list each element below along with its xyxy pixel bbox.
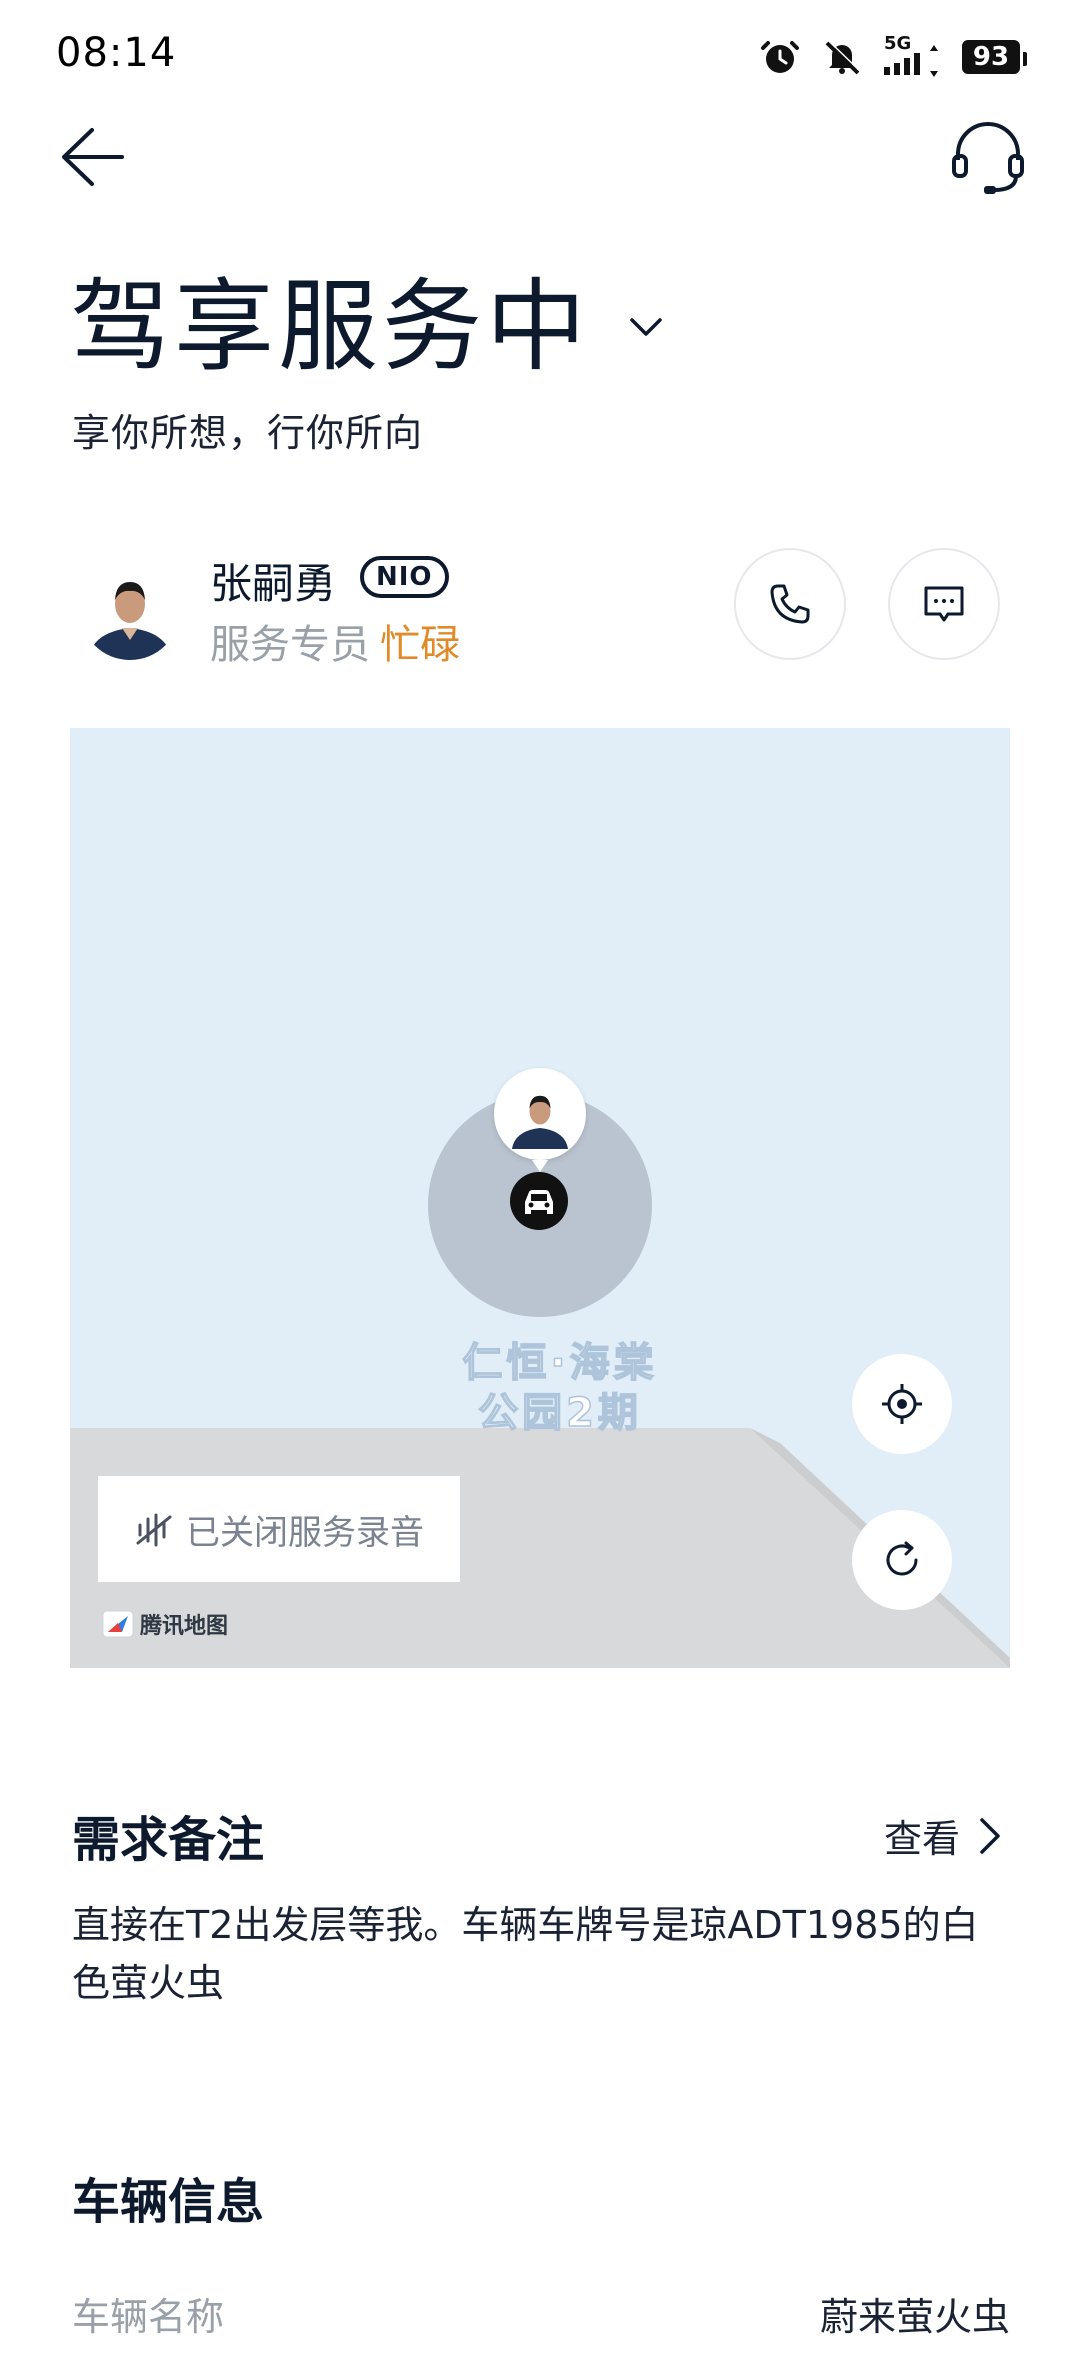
map-car-marker [510, 1172, 568, 1230]
driver-role: 服务专员 [210, 622, 370, 668]
status-time: 08:14 [56, 30, 177, 76]
vehicle-name-value: 蔚来萤火虫 [819, 2295, 1010, 2339]
headset-icon [952, 122, 1024, 194]
status-icons: 5G 93 [760, 34, 1027, 80]
locate-icon [882, 1384, 922, 1424]
recording-status: 已关闭服务录音 [98, 1476, 460, 1582]
data-arrows-icon [930, 45, 938, 77]
driver-card: 张嗣勇 NIO 服务专员 忙碌 [70, 540, 1010, 680]
battery-indicator: 93 [962, 40, 1027, 74]
vehicle-name-label: 车辆名称 [72, 2295, 225, 2339]
support-button[interactable] [948, 118, 1028, 198]
view-notes-link[interactable]: 查看 [884, 1808, 1002, 1863]
view-notes-label: 查看 [883, 1817, 960, 1861]
chevron-right-icon [980, 1817, 1000, 1854]
page-subtitle: 享你所想，行你所向 [72, 411, 424, 455]
refresh-icon [886, 1541, 918, 1576]
page-title: 驾享服务中 [70, 268, 590, 385]
refresh-button[interactable] [852, 1510, 952, 1610]
network-type: 5G [884, 33, 912, 54]
driver-avatar[interactable] [80, 560, 180, 660]
status-bar: 08:14 5G 93 [0, 0, 1080, 120]
driver-name: 张嗣勇 [210, 559, 337, 608]
poi-line-2: 公园2期 [477, 1389, 642, 1437]
map-attribution-text: 腾讯地图 [140, 1614, 229, 1639]
map-attribution: 腾讯地图 [102, 1608, 228, 1640]
locate-button[interactable] [852, 1354, 952, 1454]
back-button[interactable] [58, 122, 128, 192]
waveform-mute-icon [136, 1513, 172, 1547]
message-button[interactable] [888, 548, 1000, 660]
tencent-map-logo [102, 1610, 134, 1638]
phone-icon [770, 584, 810, 624]
map-driver-avatar[interactable] [494, 1068, 586, 1172]
nio-badge: NIO [360, 556, 449, 598]
car-icon [525, 1190, 553, 1214]
vehicle-section-title: 车辆信息 [72, 2174, 265, 2230]
poi-line-1: 仁恒·海棠 [462, 1339, 658, 1387]
recording-status-text: 已关闭服务录音 [186, 1512, 424, 1553]
notes-section-title: 需求备注 [72, 1812, 265, 1868]
map-poi-label: 仁恒·海棠 公园2期 [440, 1338, 680, 1438]
driver-status: 忙碌 [380, 622, 460, 668]
network-indicator: 5G [884, 35, 940, 79]
vehicle-name-row: 车辆名称 蔚来萤火虫 [72, 2286, 1010, 2341]
service-map[interactable]: 仁恒·海棠 公园2期 已关闭服务录音 腾讯地图 [70, 728, 1010, 1668]
signal-icon [884, 53, 920, 75]
chevron-down-icon[interactable] [626, 312, 666, 342]
silent-bell-icon [825, 40, 861, 75]
arrow-left-icon [62, 128, 124, 186]
message-icon [924, 586, 964, 622]
notes-text: 直接在T2出发层等我。车辆车牌号是琼ADT1985的白色萤火虫 [72, 1903, 979, 2005]
call-button[interactable] [734, 548, 846, 660]
alarm-icon [761, 41, 799, 73]
title-row[interactable]: 驾享服务中 [70, 245, 666, 390]
